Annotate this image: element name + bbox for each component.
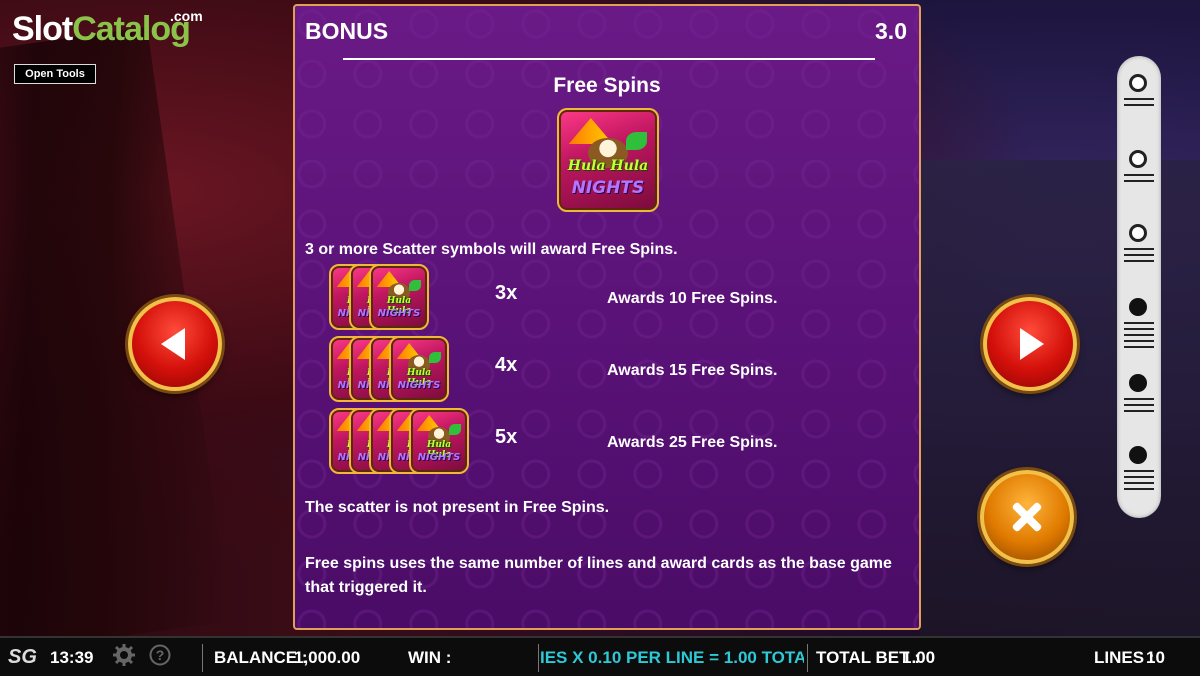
sg-logo: SG xyxy=(8,646,37,668)
panel-version: 3.0 xyxy=(875,18,907,44)
pay-award: Awards 15 Free Spins. xyxy=(607,362,778,379)
free-spins-description: Free spins uses the same number of lines… xyxy=(305,555,892,596)
scatter-text-nights: NIGHTS xyxy=(571,178,645,198)
title-divider xyxy=(343,58,875,60)
page-dot-2[interactable] xyxy=(1117,138,1161,208)
page-dot-1[interactable] xyxy=(1117,62,1161,132)
panel-title: BONUS xyxy=(305,18,389,44)
logo-com-text: .com xyxy=(170,8,203,24)
pay-row-5x: Hula HulaNIGHTS Hula HulaNIGHTS Hula Hul… xyxy=(329,408,889,478)
page-dot-4[interactable] xyxy=(1117,286,1161,356)
page-dot-3[interactable] xyxy=(1117,212,1161,282)
clock: 13:39 xyxy=(50,648,94,667)
next-page-button[interactable] xyxy=(983,297,1077,391)
scatter-symbol-large: Hula Hula NIGHTS xyxy=(557,108,659,212)
scatter-note: The scatter is not present in Free Spins… xyxy=(305,499,610,516)
pay-row-4x: Hula HulaNIGHTS Hula HulaNIGHTS Hula Hul… xyxy=(329,336,889,406)
section-title: Free Spins xyxy=(553,74,661,97)
paytable-panel: BONUS 3.0 Free Spins Hula Hula NIGHTS 3 … xyxy=(293,4,921,630)
logo-slot-text: Slot xyxy=(12,10,73,48)
close-paytable-button[interactable] xyxy=(980,470,1074,564)
pay-award: Awards 25 Free Spins. xyxy=(607,434,778,451)
svg-text:?: ? xyxy=(156,647,165,663)
page-indicator xyxy=(1117,56,1161,518)
bet-ticker: IES X 0.10 PER LINE = 1.00 TOTAL BET xyxy=(540,648,804,667)
pay-count: 4x xyxy=(495,354,518,376)
total-bet-value: 1.00 xyxy=(902,648,936,667)
gear-icon[interactable] xyxy=(112,644,136,668)
scatter-text-hula: Hula Hula xyxy=(567,158,649,174)
pay-award: Awards 10 Free Spins. xyxy=(607,290,778,307)
lines-value: 10 xyxy=(1146,648,1165,667)
arrow-right-icon xyxy=(1020,328,1044,360)
balance-value: 1,000.00 xyxy=(294,648,361,667)
pay-row-3x: Hula HulaNIGHTS Hula HulaNIGHTS Hula Hul… xyxy=(329,264,889,334)
status-bar: SG 13:39 ? BALANCE : 1,000.00 WIN : IES … xyxy=(0,636,1200,676)
pay-count: 3x xyxy=(495,282,518,304)
previous-page-button[interactable] xyxy=(128,297,222,391)
pay-count: 5x xyxy=(495,426,518,448)
intro-text: 3 or more Scatter symbols will award Fre… xyxy=(305,241,678,258)
page-dot-5[interactable] xyxy=(1117,362,1161,432)
win-label: WIN : xyxy=(408,648,452,667)
close-icon xyxy=(1012,502,1042,532)
page-dot-6[interactable] xyxy=(1117,434,1161,504)
open-tools-button[interactable]: Open Tools xyxy=(14,64,96,84)
help-icon[interactable]: ? xyxy=(148,644,172,668)
arrow-left-icon xyxy=(161,328,185,360)
slotcatalog-logo: SlotCatalog .com xyxy=(12,8,203,49)
